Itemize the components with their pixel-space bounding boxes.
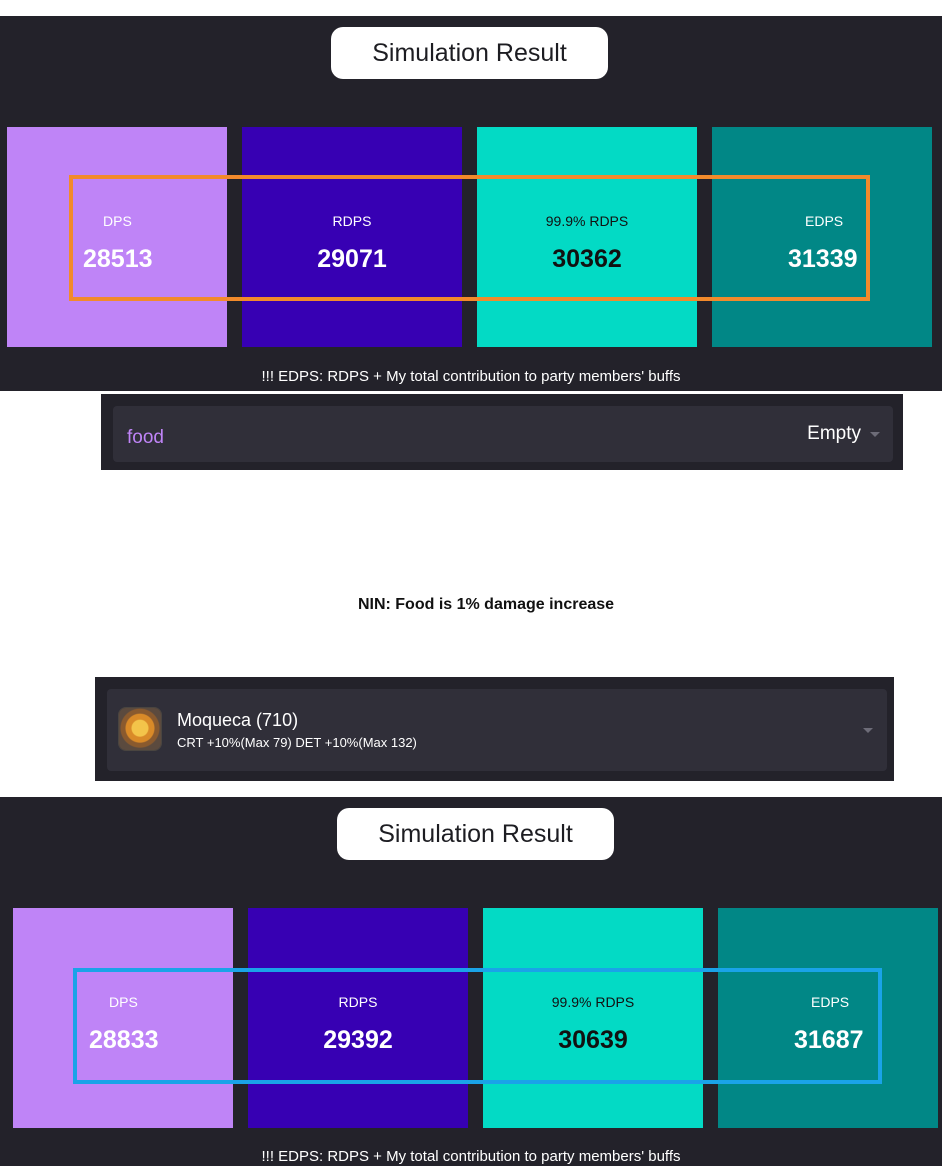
dps-card: DPS 28833 [13, 908, 233, 1128]
edps-explanation-note: !!! EDPS: RDPS + My total contribution t… [261, 1148, 681, 1165]
simulation-result-title: Simulation Result [331, 27, 608, 79]
food-select-container: food Empty [101, 394, 903, 470]
food-select[interactable]: food Empty [113, 406, 893, 462]
moqueca-food-icon [119, 708, 161, 750]
rdps-999-label: 99.9% RDPS [545, 213, 629, 229]
edps-card: EDPS 31339 [712, 127, 932, 347]
edps-card: EDPS 31687 [718, 908, 938, 1128]
rdps-label: RDPS [332, 213, 372, 229]
rdps-999-card: 99.9% RDPS 30362 [477, 127, 697, 347]
dps-value: 28513 [83, 245, 153, 273]
rdps-value: 29392 [323, 1026, 393, 1054]
rdps-999-value: 30362 [552, 245, 622, 273]
simulation-result-panel-after: Simulation Result DPS 28833 RDPS 29392 9… [0, 797, 942, 1166]
edps-value: 31339 [788, 245, 858, 273]
edps-label: EDPS [811, 994, 850, 1010]
edps-explanation-note: !!! EDPS: RDPS + My total contribution t… [261, 368, 681, 385]
edps-label: EDPS [805, 213, 844, 229]
rdps-999-value: 30639 [558, 1026, 628, 1054]
rdps-card: RDPS 29392 [248, 908, 468, 1128]
dps-label: DPS [103, 213, 132, 229]
annotation-text: NIN: Food is 1% damage increase [357, 596, 615, 613]
dps-value: 28833 [89, 1026, 159, 1054]
rdps-999-label: 99.9% RDPS [551, 994, 635, 1010]
dps-label: DPS [109, 994, 138, 1010]
food-select-placeholder: food [127, 427, 164, 448]
chevron-down-icon[interactable] [870, 432, 880, 437]
rdps-label: RDPS [338, 994, 378, 1010]
food-select-filled[interactable]: Moqueca (710) CRT +10%(Max 79) DET +10%(… [107, 689, 887, 771]
simulation-result-panel-before: Simulation Result DPS 28513 RDPS 29071 9… [0, 16, 942, 391]
dps-card: DPS 28513 [7, 127, 227, 347]
food-name: Moqueca (710) [177, 710, 299, 730]
simulation-result-title: Simulation Result [337, 808, 614, 860]
food-select-filled-container: Moqueca (710) CRT +10%(Max 79) DET +10%(… [95, 677, 894, 781]
food-select-value: Empty [807, 423, 861, 444]
rdps-value: 29071 [317, 245, 387, 273]
food-stats: CRT +10%(Max 79) DET +10%(Max 132) [177, 735, 417, 750]
edps-value: 31687 [794, 1026, 864, 1054]
chevron-down-icon[interactable] [863, 728, 873, 733]
rdps-999-card: 99.9% RDPS 30639 [483, 908, 703, 1128]
rdps-card: RDPS 29071 [242, 127, 462, 347]
